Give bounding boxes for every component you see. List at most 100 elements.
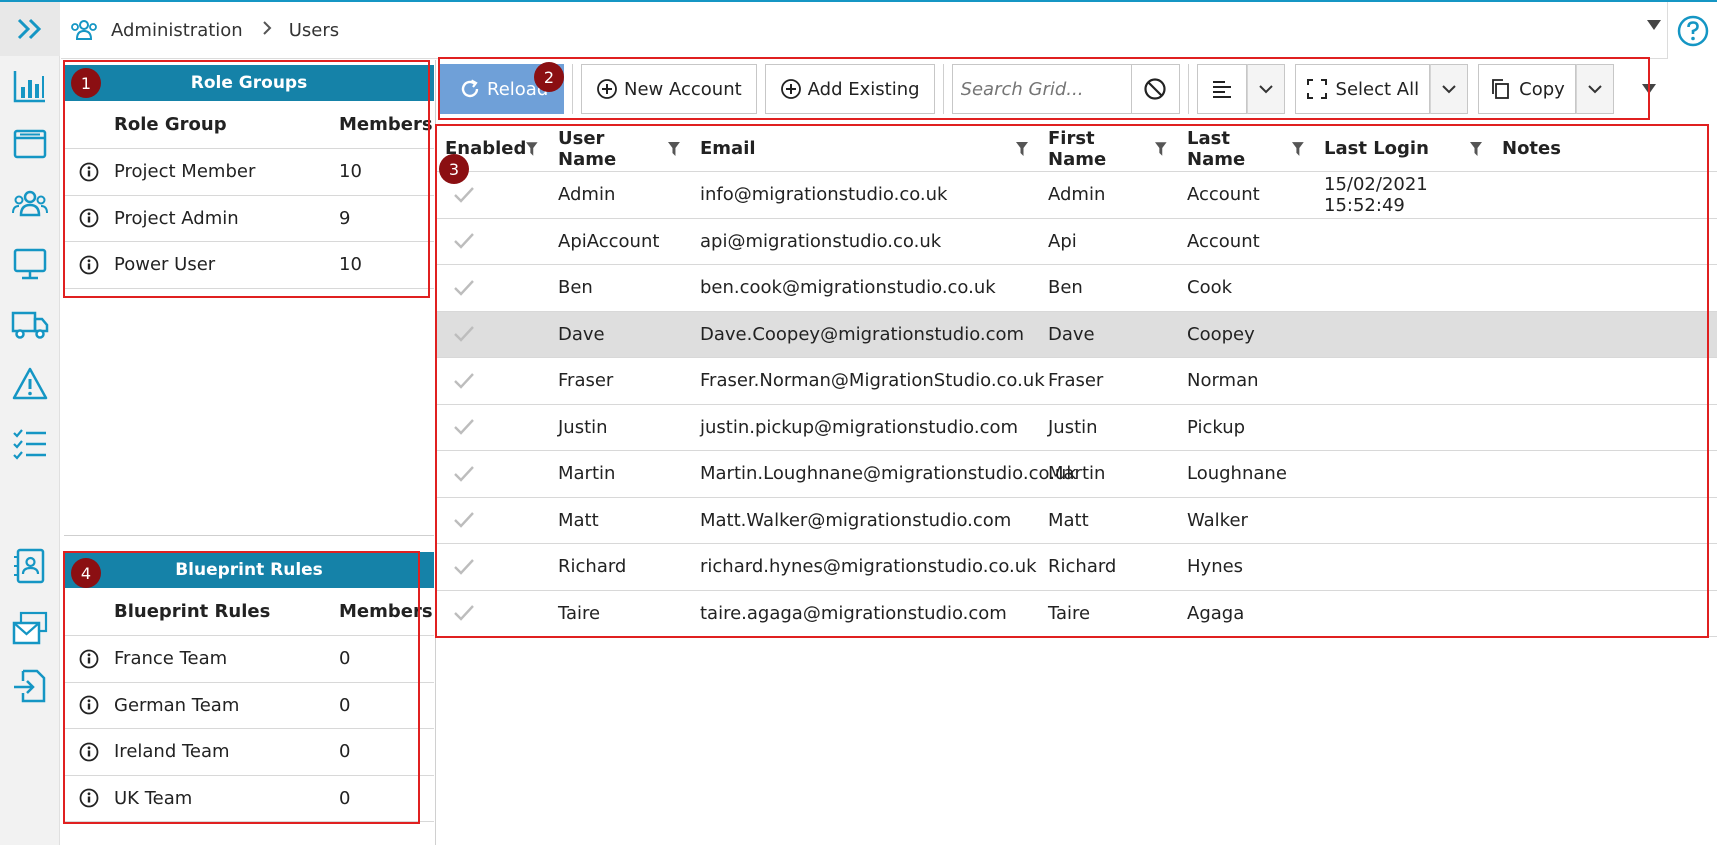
checkmark-icon[interactable] [451, 461, 477, 487]
align-button[interactable] [1196, 64, 1247, 114]
members-column-header[interactable]: Members [339, 114, 433, 135]
panel-splitter[interactable] [64, 535, 434, 536]
users-grid: Enabled User Name Email First Name Last … [437, 126, 1717, 637]
filter-icon[interactable] [526, 141, 538, 156]
new-account-button[interactable]: New Account [581, 64, 757, 114]
cancel-circle-icon [1144, 78, 1166, 100]
vertical-splitter[interactable] [435, 60, 436, 845]
filter-icon[interactable] [668, 141, 680, 156]
blueprint-rule-row[interactable]: UK Team 0 [64, 776, 434, 822]
add-existing-button[interactable]: Add Existing [764, 64, 935, 114]
clear-search-button[interactable] [1131, 64, 1180, 114]
align-dropdown-button[interactable] [1246, 64, 1285, 114]
select-all-dropdown-button[interactable] [1430, 64, 1469, 114]
first-name-column-header[interactable]: First Name [1044, 126, 1183, 171]
enabled-checkbox[interactable] [437, 265, 554, 311]
select-all-button[interactable]: Select All [1294, 64, 1431, 114]
import-nav-button[interactable] [8, 664, 52, 708]
role-group-members: 9 [339, 207, 351, 229]
email-cell: Fraser.Norman@MigrationStudio.co.uk [700, 370, 1045, 392]
notes-column-header[interactable]: Notes [1498, 126, 1698, 171]
last-name-cell: Coopey [1187, 323, 1255, 345]
filter-icon[interactable] [1155, 141, 1167, 156]
table-row[interactable]: Dave Dave.Coopey@migrationstudio.com Dave C… [437, 311, 1717, 358]
help-button[interactable] [1667, 2, 1717, 59]
devices-nav-button[interactable] [8, 242, 52, 286]
contacts-nav-button[interactable] [8, 544, 52, 588]
tasks-nav-button[interactable] [8, 422, 52, 466]
enabled-checkbox[interactable] [437, 312, 554, 358]
email-column-header[interactable]: Email [696, 126, 1044, 171]
filter-icon[interactable] [1470, 141, 1482, 156]
delivery-nav-button[interactable] [8, 302, 52, 346]
role-group-column-header[interactable]: Role Group [114, 114, 339, 135]
chevron-down-icon [1258, 85, 1273, 94]
table-row[interactable]: Fraser Fraser.Norman@MigrationStudio.co.u… [437, 358, 1717, 405]
user-name-column-header[interactable]: User Name [554, 126, 696, 171]
mail-nav-button[interactable] [8, 606, 52, 650]
table-row[interactable]: Admin info@migrationstudio.co.uk Admin Acco… [437, 172, 1717, 219]
breadcrumb-section[interactable]: Administration [111, 20, 243, 41]
warning-triangle-icon [12, 367, 48, 400]
checkmark-icon[interactable] [451, 600, 477, 626]
table-row[interactable]: Justin justin.pickup@migrationstudio.com J… [437, 405, 1717, 451]
notes-cell [1498, 219, 1698, 265]
info-icon[interactable] [64, 162, 114, 182]
info-icon[interactable] [64, 208, 114, 228]
header-dropdown-arrow-icon[interactable] [1647, 20, 1661, 30]
enabled-checkbox[interactable] [437, 358, 554, 404]
search-grid-input[interactable] [951, 64, 1132, 114]
enabled-checkbox[interactable] [437, 405, 554, 451]
checkmark-icon[interactable] [451, 414, 477, 440]
expand-rail-button[interactable] [0, 2, 60, 56]
table-row[interactable]: Martin Martin.Loughnane@migrationstudio.c… [437, 451, 1717, 498]
window-nav-button[interactable] [8, 122, 52, 166]
blueprint-rule-row[interactable]: Ireland Team 0 [64, 729, 434, 776]
filter-icon[interactable] [1016, 141, 1028, 156]
checkmark-icon[interactable] [451, 182, 477, 208]
last-login-column-header[interactable]: Last Login [1320, 126, 1498, 171]
blueprint-rule-members: 0 [339, 741, 351, 763]
user-name-cell: ApiAccount [558, 230, 660, 252]
table-row[interactable]: Taire taire.agaga@migrationstudio.com Tair… [437, 591, 1717, 637]
copy-button[interactable]: Copy [1478, 64, 1576, 114]
copy-dropdown-button[interactable] [1575, 64, 1614, 114]
table-row[interactable]: Matt Matt.Walker@migrationstudio.com Matt W… [437, 498, 1717, 544]
role-group-row[interactable]: Project Member 10 [64, 149, 434, 196]
info-icon[interactable] [64, 649, 114, 669]
enabled-checkbox[interactable] [437, 544, 554, 590]
info-icon[interactable] [64, 255, 114, 275]
role-group-row[interactable]: Project Admin 9 [64, 196, 434, 242]
members-column-header[interactable]: Members [339, 601, 433, 622]
notes-cell [1498, 451, 1698, 497]
table-row[interactable]: Richard richard.hynes@migrationstudio.co.… [437, 544, 1717, 591]
blueprint-rules-header: Blueprint Rules Members [64, 588, 434, 636]
enabled-checkbox[interactable] [437, 219, 554, 265]
enabled-checkbox[interactable] [437, 591, 554, 637]
monitor-icon [13, 248, 47, 280]
checkmark-icon[interactable] [451, 507, 477, 533]
checkmark-icon[interactable] [451, 321, 477, 347]
users-nav-button[interactable] [8, 182, 52, 226]
info-icon[interactable] [64, 742, 114, 762]
warnings-nav-button[interactable] [8, 362, 52, 406]
blueprint-rule-row[interactable]: France Team 0 [64, 636, 434, 683]
checkmark-icon[interactable] [451, 368, 477, 394]
reports-nav-button[interactable] [8, 64, 52, 108]
info-icon[interactable] [64, 788, 114, 808]
info-icon[interactable] [64, 695, 114, 715]
enabled-checkbox[interactable] [437, 498, 554, 544]
role-group-row[interactable]: Power User 10 [64, 242, 434, 289]
last-name-column-header[interactable]: Last Name [1183, 126, 1320, 171]
enabled-checkbox[interactable] [437, 451, 554, 497]
table-row[interactable]: Ben ben.cook@migrationstudio.co.uk Ben Cook [437, 265, 1717, 312]
checkmark-icon[interactable] [451, 554, 477, 580]
contact-book-icon [14, 548, 45, 584]
blueprint-rules-column-header[interactable]: Blueprint Rules [114, 601, 339, 622]
table-row[interactable]: ApiAccount api@migrationstudio.co.uk Api Ac… [437, 219, 1717, 265]
checkmark-icon[interactable] [451, 228, 477, 254]
filter-icon[interactable] [1292, 141, 1304, 156]
blueprint-rule-row[interactable]: German Team 0 [64, 683, 434, 729]
toolbar-overflow-icon[interactable] [1641, 84, 1656, 94]
checkmark-icon[interactable] [451, 275, 477, 301]
